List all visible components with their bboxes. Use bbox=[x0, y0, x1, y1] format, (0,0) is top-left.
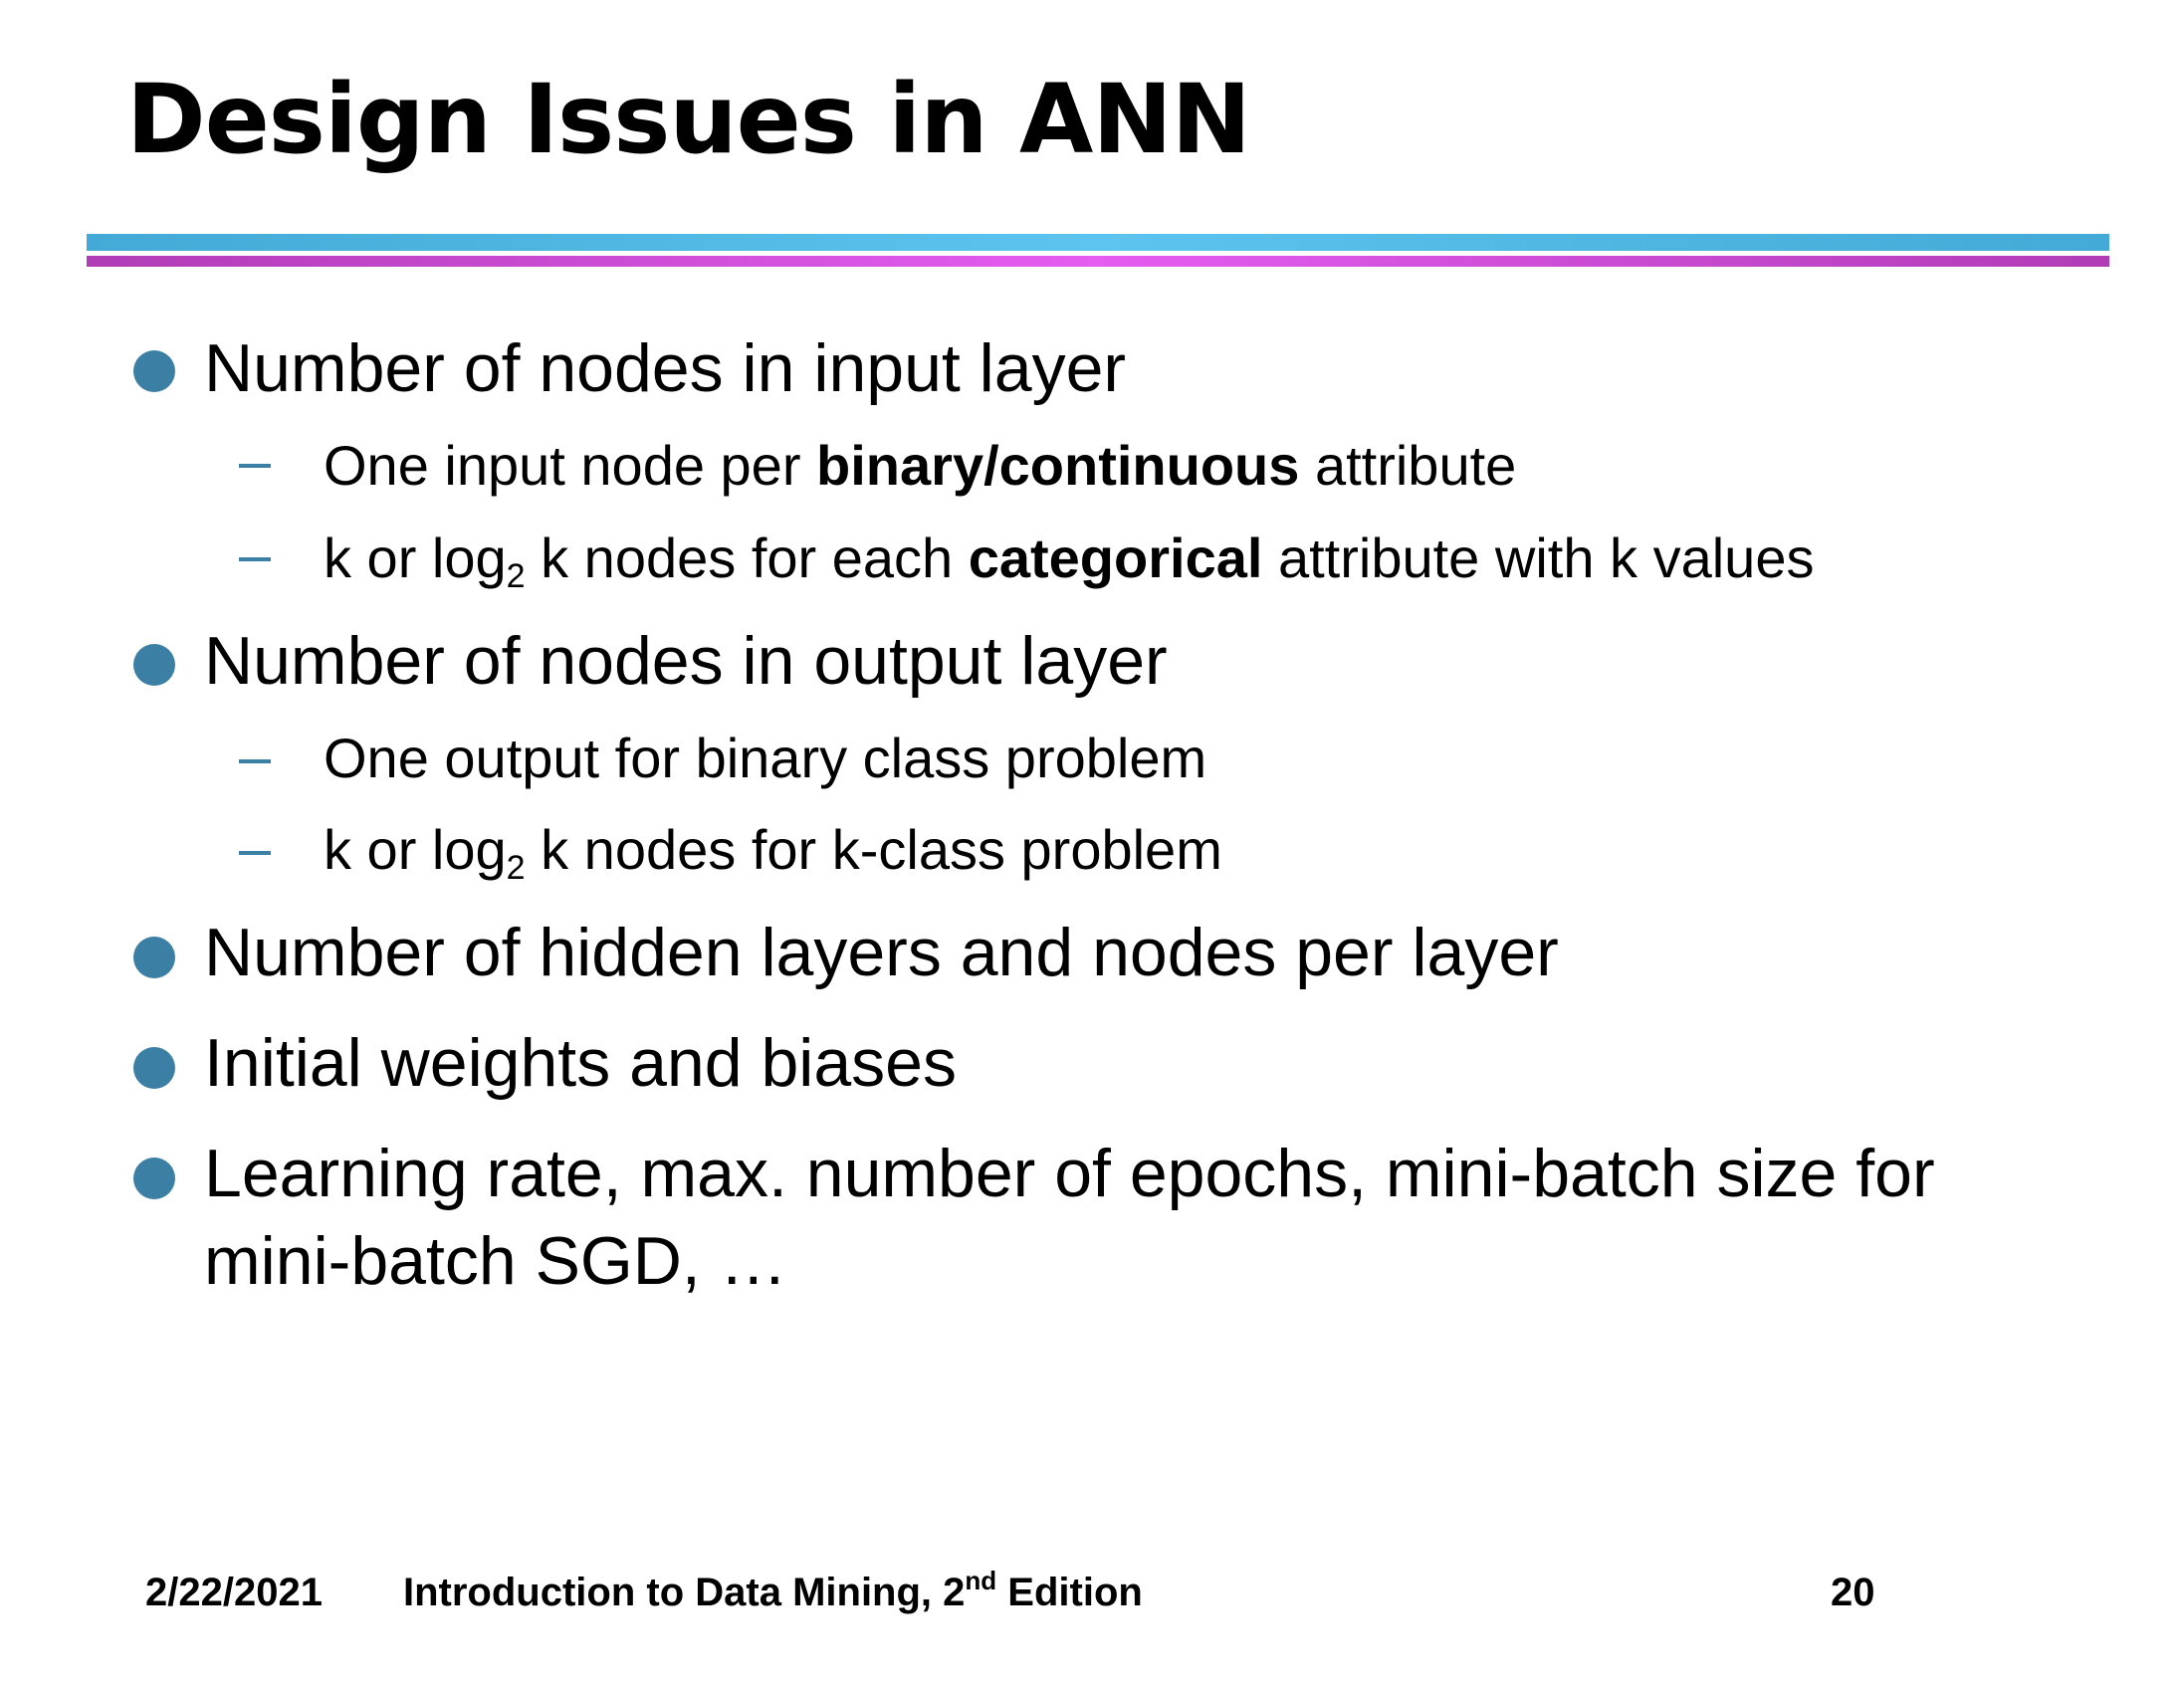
sub-item-text: attribute with k values bbox=[1262, 527, 1815, 589]
bullet-icon bbox=[133, 937, 175, 978]
subscript: 2 bbox=[506, 557, 526, 595]
sub-item-text: One input node per bbox=[324, 434, 817, 497]
sub-item-text: k nodes for each bbox=[525, 527, 969, 589]
dash-icon bbox=[239, 851, 271, 855]
bullet-icon bbox=[133, 644, 175, 686]
bullet-item: Number of hidden layers and nodes per la… bbox=[204, 915, 1559, 990]
footer-book-title: Introduction to Data Mining, 2nd Edition bbox=[403, 1568, 1143, 1617]
bullet-icon bbox=[133, 350, 175, 392]
bullet-item: Initial weights and biases bbox=[204, 1025, 958, 1101]
sub-item: k or log2 k nodes for each categorical a… bbox=[324, 524, 1814, 593]
sub-item: k or log2 k nodes for k-class problem bbox=[324, 815, 1222, 885]
title-divider-magenta bbox=[87, 256, 2109, 267]
sub-item-text: k or log bbox=[324, 527, 507, 589]
footer-book-text: Edition bbox=[996, 1571, 1143, 1614]
dash-icon bbox=[239, 557, 271, 561]
bullet-icon bbox=[133, 1158, 175, 1199]
footer-book-text: Introduction to Data Mining, 2 bbox=[403, 1571, 966, 1614]
bullet-item: Learning rate, max. number of epochs, mi… bbox=[204, 1136, 1935, 1299]
dash-icon bbox=[239, 464, 271, 468]
title-divider-cyan bbox=[87, 234, 2109, 251]
sub-item-text: attribute bbox=[1299, 434, 1517, 497]
subscript: 2 bbox=[506, 849, 526, 887]
sub-item-text: k nodes for k-class problem bbox=[525, 818, 1222, 881]
slide-title: Design Issues in ANN bbox=[126, 64, 1251, 175]
sub-item: One output for binary class problem bbox=[324, 727, 1207, 789]
sub-item-emphasis: categorical bbox=[968, 527, 1263, 589]
bullet-item: Number of nodes in output layer bbox=[204, 623, 1168, 699]
bullet-item: Number of nodes in input layer bbox=[204, 330, 1127, 406]
sub-item-text: k or log bbox=[324, 818, 507, 881]
footer-date: 2/22/2021 bbox=[145, 1571, 323, 1614]
page-number: 20 bbox=[1831, 1571, 1875, 1614]
dash-icon bbox=[239, 759, 271, 763]
superscript: nd bbox=[965, 1566, 997, 1595]
sub-item: One input node per binary/continuous att… bbox=[324, 431, 1516, 501]
sub-item-emphasis: binary/continuous bbox=[816, 434, 1300, 497]
bullet-icon bbox=[133, 1047, 175, 1089]
